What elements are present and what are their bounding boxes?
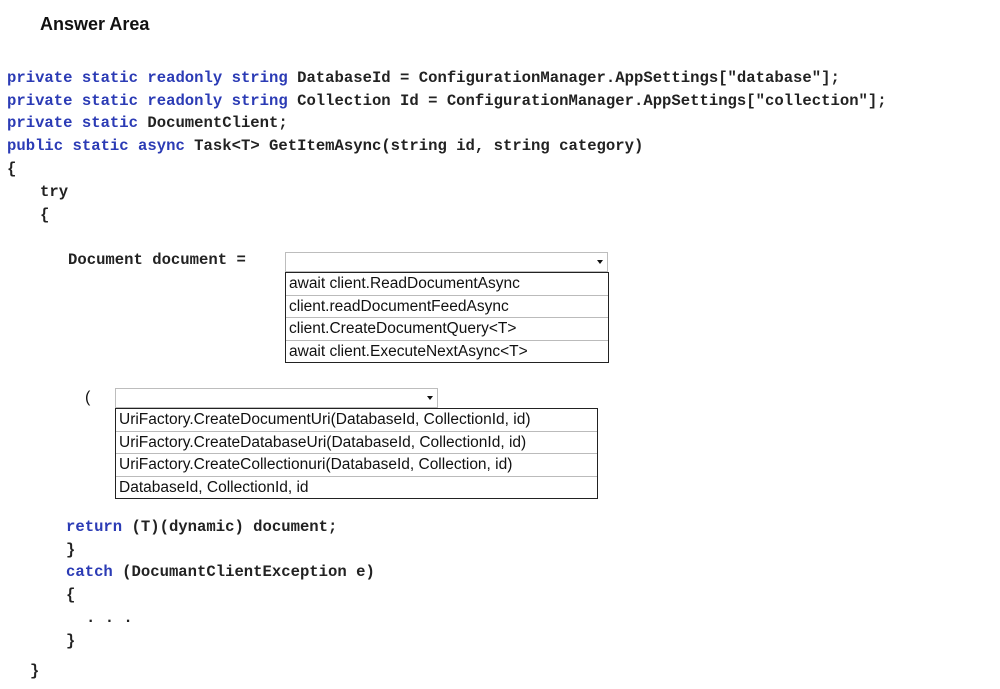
chevron-down-icon[interactable]: [597, 260, 603, 264]
code-document-assign: Document document =: [68, 251, 246, 269]
answer-area-title: Answer Area: [40, 14, 150, 34]
dropdown-option[interactable]: UriFactory.CreateDatabaseUri(DatabaseId,…: [116, 432, 597, 454]
dropdown-option[interactable]: UriFactory.CreateDocumentUri(DatabaseId,…: [116, 409, 597, 432]
code-line-database-id: private static readonly string DatabaseI…: [7, 68, 840, 88]
code-line-method-signature: public static async Task<T> GetItemAsync…: [7, 136, 643, 156]
uri-options: UriFactory.CreateDocumentUri(DatabaseId,…: [115, 408, 598, 499]
code-line-collection-id: private static readonly string Collectio…: [7, 91, 887, 111]
code-close-brace: }: [30, 662, 40, 680]
code-return-line: return (T)(dynamic) document;: [66, 517, 337, 537]
dropdown-option[interactable]: DatabaseId, CollectionId, id: [116, 477, 597, 500]
code-keyword: private static readonly string: [7, 92, 288, 110]
code-ellipsis: . . .: [86, 609, 133, 627]
code-try-close-brace: }: [66, 541, 76, 559]
document-method-options: await client.ReadDocumentAsync client.re…: [285, 272, 609, 363]
code-catch-line: catch (DocumantClientException e): [66, 562, 375, 582]
dropdown-option[interactable]: client.CreateDocumentQuery<T>: [286, 318, 608, 341]
code-catch-close-brace: }: [66, 632, 76, 650]
code-keyword: private static: [7, 114, 139, 132]
code-text: DocumentClient;: [138, 114, 288, 132]
code-text: Task<T> GetItemAsync(string id, string c…: [184, 137, 644, 155]
document-method-dropdown[interactable]: [285, 252, 608, 272]
dropdown-option[interactable]: await client.ExecuteNextAsync<T>: [286, 341, 608, 364]
code-keyword: private static readonly string: [7, 69, 288, 87]
dropdown-option[interactable]: client.readDocumentFeedAsync: [286, 296, 608, 318]
uri-dropdown[interactable]: [115, 388, 438, 408]
code-keyword: public static async: [7, 137, 185, 155]
dropdown-option[interactable]: UriFactory.CreateCollectionuri(DatabaseI…: [116, 454, 597, 477]
code-keyword: catch: [66, 563, 113, 581]
code-text: (DocumantClientException e): [112, 563, 375, 581]
code-text: DatabaseId = ConfigurationManager.AppSet…: [287, 69, 840, 87]
code-text: Collection Id = ConfigurationManager.App…: [287, 92, 887, 110]
code-open-brace: {: [7, 160, 17, 178]
code-open-paren: (: [85, 389, 91, 406]
code-line-document-client: private static DocumentClient;: [7, 113, 288, 133]
code-text: (T)(dynamic) document;: [122, 518, 338, 536]
code-try-open-brace: {: [40, 206, 50, 224]
chevron-down-icon[interactable]: [427, 396, 433, 400]
dropdown-option[interactable]: await client.ReadDocumentAsync: [286, 273, 608, 296]
code-try: try: [40, 183, 69, 201]
code-catch-open-brace: {: [66, 586, 76, 604]
code-keyword: return: [66, 518, 123, 536]
